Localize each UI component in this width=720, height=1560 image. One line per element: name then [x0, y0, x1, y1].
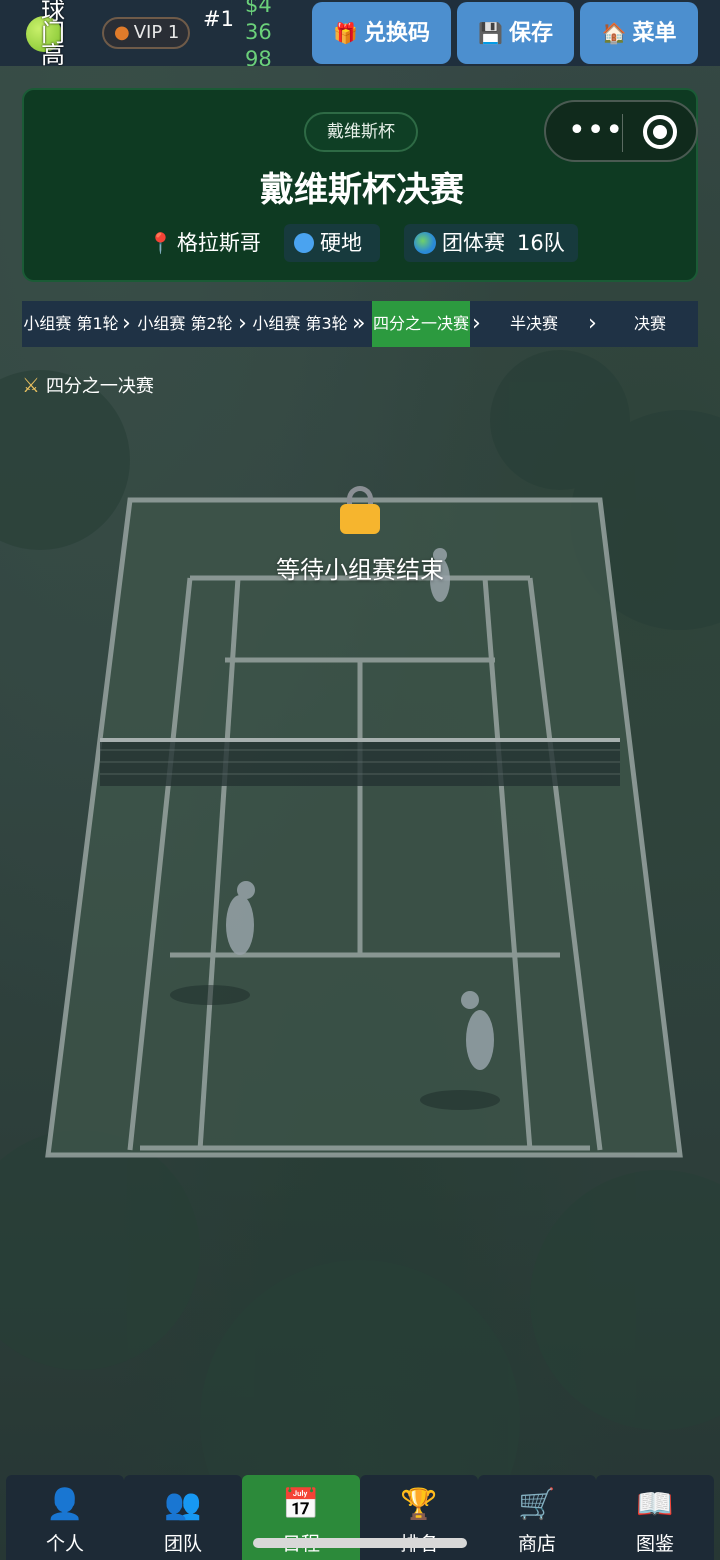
- redeem-code-button[interactable]: 🎁 兑换码: [312, 2, 451, 64]
- medal-icon: ●: [114, 22, 130, 43]
- team-icon: 👥: [164, 1487, 202, 1522]
- person-icon: 👤: [46, 1487, 84, 1522]
- menu-button[interactable]: 🏠 菜单: [580, 2, 698, 64]
- team-count: 16队: [517, 231, 565, 255]
- location-label: 格拉斯哥: [176, 231, 261, 255]
- redeem-label: 兑换码: [363, 21, 430, 46]
- crossed-swords-icon: ⚔: [22, 373, 40, 397]
- cart-icon: 🛒: [518, 1487, 556, 1522]
- round-tab-final[interactable]: 决赛: [602, 301, 698, 347]
- home-indicator[interactable]: [253, 1538, 467, 1548]
- nav-label: 团队: [163, 1533, 202, 1555]
- chevron-right-icon: ›: [472, 311, 481, 336]
- vip-label: VIP 1: [133, 22, 180, 43]
- section-label: 四分之一决赛: [45, 376, 154, 397]
- round-tabs: 小组赛 第1轮 › 小组赛 第2轮 › 小组赛 第3轮 » 四分之一决赛 › 半…: [22, 301, 698, 347]
- nav-label: 商店: [517, 1533, 556, 1555]
- lock-icon: [340, 486, 380, 534]
- nav-item-collection[interactable]: 📖 图鉴: [596, 1475, 714, 1560]
- menu-label: 菜单: [632, 21, 677, 46]
- trophy-icon: 🏆: [400, 1487, 438, 1522]
- tournament-card: 戴维斯杯 ••• 戴维斯杯决赛 📍 格拉斯哥 硬地 团体赛 16队: [22, 88, 698, 282]
- chevron-right-icon: ›: [588, 311, 597, 336]
- tournament-title: 戴维斯杯决赛: [260, 170, 464, 210]
- calendar-icon: 📅: [282, 1487, 320, 1522]
- floppy-disk-icon: 💾: [478, 21, 503, 45]
- more-options-icon[interactable]: •••: [568, 111, 624, 151]
- save-label: 保存: [508, 21, 553, 46]
- match-type-label: 团体赛: [442, 231, 505, 255]
- nav-item-team[interactable]: 👥 团队: [124, 1475, 242, 1560]
- round-tab-group-3[interactable]: 小组赛 第3轮: [250, 301, 350, 347]
- money-balance: $4 36 98: [245, 0, 285, 66]
- surface-label: 硬地: [320, 231, 362, 255]
- vip-badge[interactable]: ● VIP 1: [102, 17, 190, 49]
- book-icon: 📖: [636, 1487, 674, 1522]
- money-line: $4: [245, 0, 272, 17]
- close-miniprogram-icon[interactable]: [643, 115, 677, 149]
- save-button[interactable]: 💾 保存: [457, 2, 574, 64]
- rank-number: #1: [203, 7, 234, 31]
- round-tab-group-2[interactable]: 小组赛 第2轮: [135, 301, 235, 347]
- globe-icon: [414, 232, 436, 254]
- nav-item-shop[interactable]: 🛒 商店: [478, 1475, 596, 1560]
- app-logo: 球门高: [24, 0, 80, 69]
- gift-icon: 🎁: [333, 21, 358, 45]
- locked-message: 等待小组赛结束: [276, 556, 444, 584]
- logo-text: 球门高: [41, 0, 65, 69]
- location-info: 📍 格拉斯哥: [148, 224, 268, 262]
- round-tab-group-1[interactable]: 小组赛 第1轮: [22, 301, 120, 347]
- nav-label: 图鉴: [635, 1533, 674, 1555]
- match-type-badge: 团体赛 16队: [404, 224, 578, 262]
- capsule-divider: [622, 114, 623, 152]
- chevron-right-icon: ›: [238, 311, 247, 336]
- money-line: 98: [245, 47, 272, 66]
- location-pin-icon: 📍: [148, 231, 173, 255]
- tournament-pill: 戴维斯杯: [304, 112, 418, 152]
- nav-item-profile[interactable]: 👤 个人: [6, 1475, 124, 1560]
- round-tab-quarterfinal[interactable]: 四分之一决赛: [372, 301, 470, 347]
- top-bar: 球门高 ● VIP 1 #1 $4 36 98 🎁 兑换码 💾 保存 🏠 菜单: [0, 0, 720, 69]
- home-icon: 🏠: [601, 21, 627, 45]
- round-tab-semifinal[interactable]: 半决赛: [486, 301, 582, 347]
- section-heading: ⚔ 四分之一决赛: [22, 370, 154, 400]
- miniprogram-capsule: •••: [544, 100, 698, 162]
- double-chevron-right-icon: »: [352, 311, 366, 336]
- nav-label: 个人: [45, 1533, 84, 1555]
- surface-dot-icon: [294, 233, 314, 253]
- money-line: 36: [245, 20, 272, 44]
- surface-badge: 硬地: [284, 224, 380, 262]
- chevron-right-icon: ›: [122, 311, 131, 336]
